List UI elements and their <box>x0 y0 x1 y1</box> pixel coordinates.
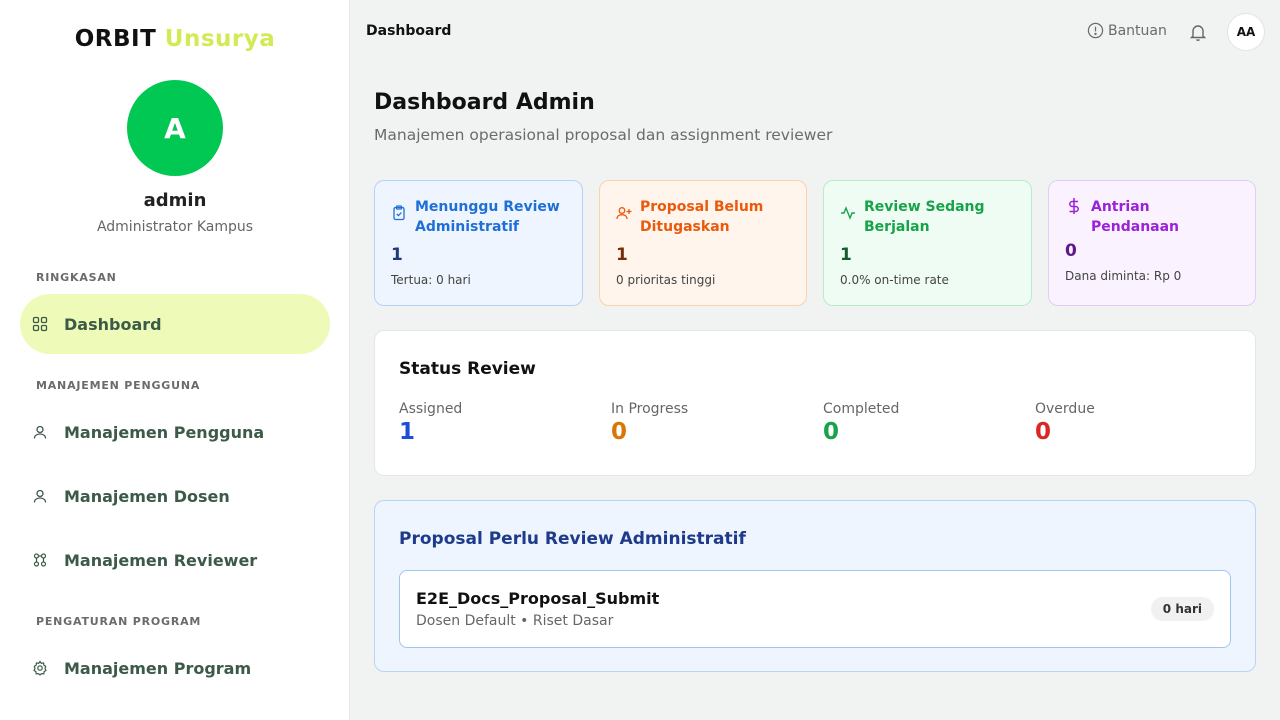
user-icon <box>32 488 48 504</box>
status-stat-assigned: Assigned 1 <box>399 401 462 445</box>
status-stat-value: 0 <box>1035 419 1052 445</box>
page-title: Dashboard Admin <box>374 90 595 115</box>
stat-card-antrian-pendanaan[interactable]: Antrian Pendanaan 0 Dana diminta: Rp 0 <box>1048 180 1256 306</box>
section-label-pengaturan-program: PENGATURAN PROGRAM <box>36 615 202 628</box>
proposal-list-item[interactable]: E2E_Docs_Proposal_Submit Dosen Default •… <box>399 570 1231 648</box>
user-plus-icon <box>616 207 632 220</box>
info-circle-icon <box>1087 22 1104 39</box>
user-role: Administrator Kampus <box>96 219 254 235</box>
page-subtitle: Manajemen operasional proposal dan assig… <box>374 126 833 144</box>
status-stat-label: Completed <box>823 401 900 417</box>
users-network-icon <box>32 552 48 568</box>
stat-card-note: Dana diminta: Rp 0 <box>1065 269 1182 283</box>
stat-card-note: 0 prioritas tinggi <box>616 273 716 287</box>
brand-name: ORBIT <box>74 26 157 52</box>
sidebar-item-manajemen-pengguna[interactable]: Manajemen Pengguna <box>20 402 330 462</box>
bell-icon[interactable] <box>1188 22 1208 42</box>
sidebar-item-manajemen-dosen[interactable]: Manajemen Dosen <box>20 466 330 526</box>
user-avatar-button[interactable]: AA <box>1227 13 1265 51</box>
stat-card-review-sedang-berjalan[interactable]: Review Sedang Berjalan 1 0.0% on-time ra… <box>823 180 1032 306</box>
status-stat-value: 0 <box>823 419 840 445</box>
sidebar-item-label: Manajemen Dosen <box>64 486 230 506</box>
status-stat-value: 1 <box>399 419 416 445</box>
stat-card-title: Proposal Belum Ditugaskan <box>640 199 764 235</box>
stat-card-value: 0 <box>1065 241 1077 261</box>
stat-card-note: 0.0% on-time rate <box>840 273 949 287</box>
stat-card-value: 1 <box>391 245 403 265</box>
help-label: Bantuan <box>1108 22 1167 39</box>
sidebar-item-label: Manajemen Reviewer <box>64 550 258 570</box>
status-stat-in-progress: In Progress 0 <box>611 401 688 445</box>
status-stat-overdue: Overdue 0 <box>1035 401 1095 445</box>
status-stat-label: Overdue <box>1035 401 1095 417</box>
clipboard-icon <box>393 205 405 221</box>
sidebar-item-manajemen-reviewer[interactable]: Manajemen Reviewer <box>20 530 330 590</box>
stat-card-menunggu-review[interactable]: Menunggu Review Administratif 1 Tertua: … <box>374 180 583 306</box>
sidebar-item-manajemen-program[interactable]: Manajemen Program <box>20 638 330 698</box>
help-button[interactable]: Bantuan <box>1087 22 1167 39</box>
status-stat-completed: Completed 0 <box>823 401 899 445</box>
sidebar-item-label: Manajemen Pengguna <box>64 422 265 442</box>
brand-suffix: Unsurya <box>164 26 276 52</box>
stat-card-note: Tertua: 0 hari <box>391 273 471 287</box>
sidebar-item-label: Manajemen Program <box>64 658 252 678</box>
breadcrumb: Dashboard <box>366 23 452 39</box>
stat-card-title: Antrian Pendanaan <box>1091 199 1180 235</box>
section-label-manajemen-pengguna: MANAJEMEN PENGGUNA <box>36 379 201 392</box>
status-stat-label: Assigned <box>399 401 463 417</box>
stat-card-proposal-belum-ditugaskan[interactable]: Proposal Belum Ditugaskan 1 0 prioritas … <box>599 180 807 306</box>
stat-card-value: 1 <box>840 245 852 265</box>
status-stat-value: 0 <box>611 419 628 445</box>
sidebar: ORBIT Unsurya A admin Administrator Kamp… <box>0 0 350 720</box>
dollar-icon <box>1069 198 1079 214</box>
stat-card-value: 1 <box>616 245 628 265</box>
user-name: admin <box>143 190 207 211</box>
status-stat-label: In Progress <box>611 401 689 417</box>
user-icon <box>32 424 48 440</box>
stat-card-title: Review Sedang Berjalan <box>864 199 985 235</box>
status-review-title: Status Review <box>399 359 536 379</box>
proposal-name: E2E_Docs_Proposal_Submit <box>416 589 660 608</box>
stat-card-title: Menunggu Review Administratif <box>415 199 560 235</box>
section-label-ringkasan: RINGKASAN <box>36 271 117 284</box>
sidebar-item-label: Dashboard <box>64 314 162 334</box>
grid-icon <box>32 316 48 332</box>
proposal-age-badge: 0 hari <box>1150 597 1214 621</box>
proposal-review-panel: Proposal Perlu Review Administratif E2E_… <box>374 500 1256 672</box>
proposal-panel-title: Proposal Perlu Review Administratif <box>399 529 746 549</box>
gear-icon <box>32 660 48 676</box>
avatar: A <box>127 80 223 176</box>
sidebar-item-dashboard[interactable]: Dashboard <box>20 294 330 354</box>
brand-logo[interactable]: ORBIT Unsurya <box>0 26 350 52</box>
proposal-meta: Dosen Default • Riset Dasar <box>416 613 614 629</box>
activity-icon <box>841 206 855 220</box>
status-review-panel: Status Review Assigned 1 In Progress 0 C… <box>374 330 1256 476</box>
